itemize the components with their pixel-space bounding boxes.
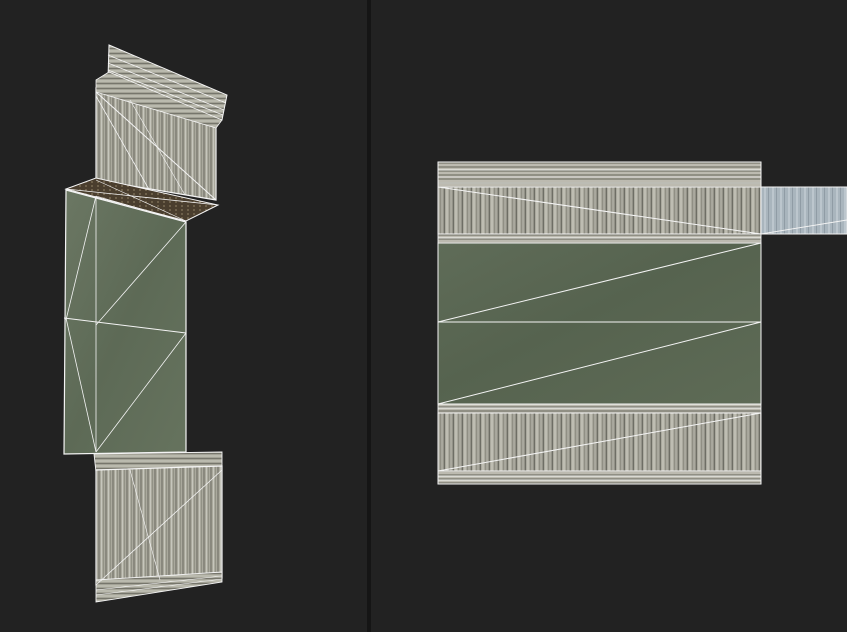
- uv-island-bottom-trim: [437, 470, 762, 485]
- uv-island-green-panel: [437, 242, 762, 405]
- viewport-uv-editor[interactable]: [371, 0, 847, 632]
- mesh-3d-canvas[interactable]: [0, 0, 367, 632]
- uv-island-bottom-band: [437, 403, 762, 414]
- uv-island-top-band: [437, 233, 762, 244]
- uv-island-top-trim: [437, 161, 762, 188]
- uv-canvas[interactable]: [371, 0, 847, 632]
- mesh-bottom-panel: [93, 451, 223, 603]
- uv-island-blue-strip: [760, 186, 847, 235]
- uv-island-bottom-wood: [437, 412, 762, 472]
- viewport-3d-perspective[interactable]: [0, 0, 367, 632]
- mesh-green-panel: [63, 189, 187, 455]
- uv-island-top-wood: [437, 186, 762, 235]
